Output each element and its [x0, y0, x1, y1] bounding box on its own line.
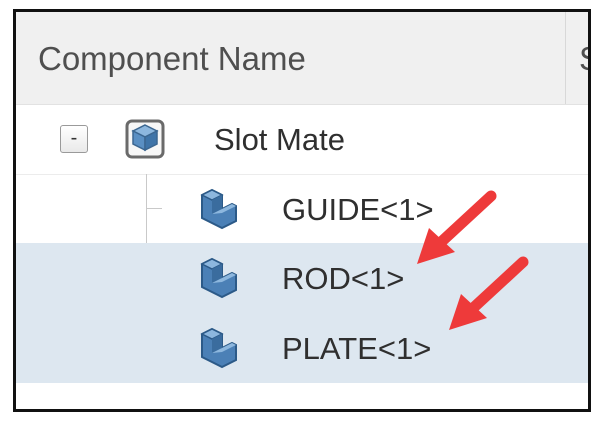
column-header-next[interactable]: S	[579, 40, 588, 78]
part-icon	[200, 188, 237, 230]
annotation-arrow-icon	[449, 256, 529, 330]
collapse-toggle-button[interactable]: -	[60, 125, 88, 153]
component-tree-panel: Component Name S - Slot Mate GUIDE<1>	[13, 9, 591, 412]
part-icon	[200, 327, 237, 369]
tree-item-label: PLATE<1>	[282, 331, 432, 366]
table-header: Component Name S	[16, 12, 588, 105]
tree-item-label: ROD<1>	[282, 261, 405, 296]
column-header-component-name[interactable]: Component Name	[38, 40, 306, 78]
tree-row-slot-mate[interactable]: - Slot Mate	[16, 104, 588, 175]
column-divider[interactable]	[565, 12, 566, 104]
tree-item-label: Slot Mate	[214, 122, 345, 157]
part-icon	[200, 257, 237, 299]
assembly-icon	[125, 119, 165, 159]
